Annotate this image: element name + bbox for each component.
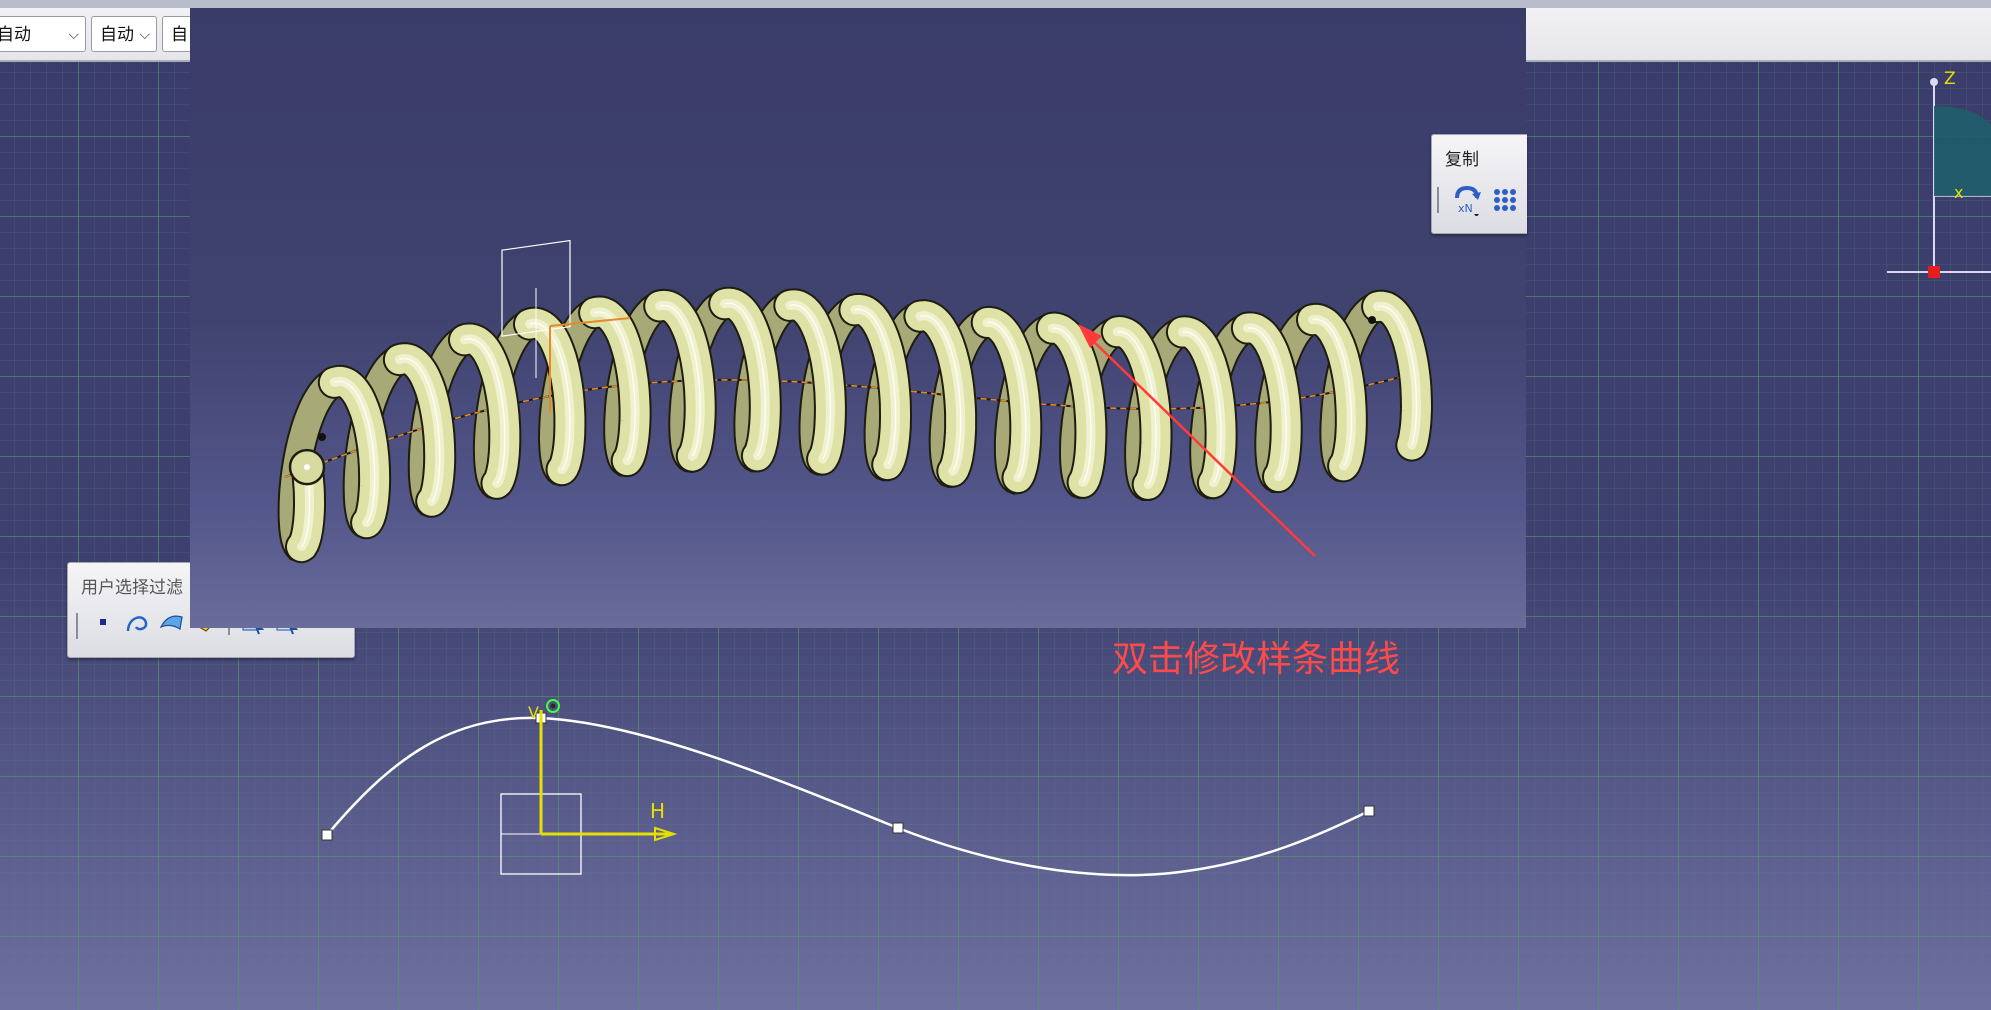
copy-toolbar-title: 复制 [1445, 150, 1479, 170]
h-axis-label: H [650, 799, 665, 823]
toolbar-grip[interactable] [76, 613, 78, 639]
guide-start-point [318, 433, 326, 441]
svg-text:xN: xN [1458, 202, 1473, 215]
sketch-spline [326, 716, 1370, 877]
spline-control-point [892, 822, 904, 834]
toolbar-grip[interactable] [1437, 187, 1439, 213]
spline-control-point [1363, 805, 1375, 817]
compass-x-label: x [1954, 183, 1963, 202]
surface-filter-icon[interactable] [156, 607, 186, 637]
guide-end-point [1368, 316, 1376, 324]
3d-spring-viewer[interactable] [190, 8, 1526, 628]
spline-control-point [321, 829, 333, 841]
repetition-icon[interactable]: xN [1452, 185, 1482, 216]
spring-3d-render [277, 239, 1434, 564]
point-filter-icon[interactable] [88, 607, 118, 637]
annotation-text: 双击修改样条曲线 [1112, 639, 1401, 680]
compass-z-label: Z [1944, 69, 1956, 89]
spring-end-point [304, 464, 310, 471]
copy-toolbar: 复制 xN [1431, 134, 1527, 234]
pattern-icon[interactable] [1490, 185, 1520, 215]
v-axis-label: V [528, 703, 539, 722]
curve-filter-icon[interactable] [122, 607, 152, 637]
filter-toolbar-title: 用户选择过滤 [81, 578, 183, 598]
